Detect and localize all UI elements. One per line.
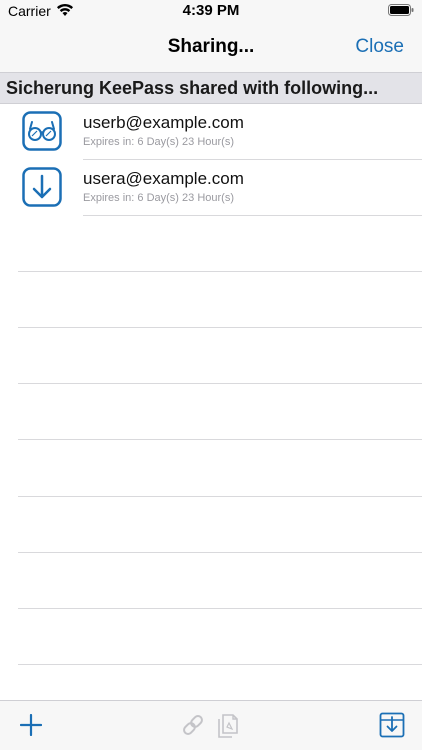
copy-document-icon[interactable] (217, 712, 239, 738)
sharing-screen: Carrier 4:39 PM Sharing... Close Sicheru… (0, 0, 422, 750)
status-bar: Carrier 4:39 PM (0, 0, 422, 22)
empty-row-divider (18, 383, 422, 384)
section-header-label: Sicherung KeePass shared with following.… (6, 78, 379, 98)
navigation-bar: Sharing... Close (0, 22, 422, 72)
battery-icon (388, 4, 414, 16)
bottom-toolbar (0, 700, 422, 750)
link-icon[interactable] (180, 712, 206, 738)
status-time: 4:39 PM (182, 2, 240, 19)
share-email: userb@example.com (83, 113, 244, 132)
plus-icon[interactable] (20, 714, 42, 736)
import-icon[interactable] (379, 712, 405, 738)
empty-row-divider (18, 552, 422, 553)
section-header: Sicherung KeePass shared with following.… (0, 72, 422, 104)
empty-row-divider (18, 271, 422, 272)
share-expiry: Expires in: 6 Day(s) 23 Hour(s) (83, 136, 234, 148)
list-item[interactable]: userb@example.com Expires in: 6 Day(s) 2… (0, 104, 422, 160)
empty-row-divider (18, 327, 422, 328)
close-button[interactable]: Close (355, 36, 404, 58)
list-item[interactable]: usera@example.com Expires in: 6 Day(s) 2… (0, 160, 422, 216)
empty-row-divider (18, 496, 422, 497)
glasses-icon (22, 111, 62, 151)
share-expiry: Expires in: 6 Day(s) 23 Hour(s) (83, 192, 234, 204)
share-email: usera@example.com (83, 169, 244, 188)
download-arrow-icon (22, 167, 62, 207)
empty-row-divider (18, 439, 422, 440)
share-list: userb@example.com Expires in: 6 Day(s) 2… (0, 104, 422, 700)
empty-row-divider (18, 664, 422, 665)
empty-row-divider (18, 608, 422, 609)
row-divider (83, 215, 422, 216)
